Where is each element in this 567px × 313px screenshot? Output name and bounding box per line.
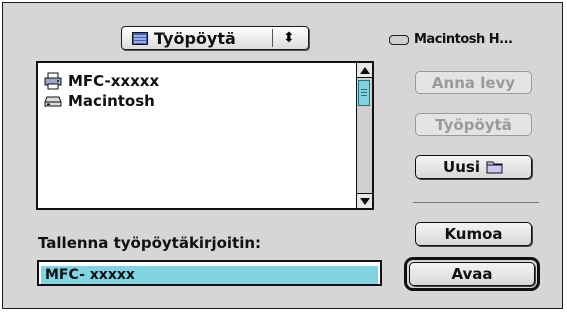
save-dialog: Työpöytä ⬍ Macintosh H... MFC-xxxxx Maci…: [2, 2, 563, 309]
eject-button[interactable]: Anna levy: [415, 71, 532, 94]
new-folder-label: Uusi: [443, 158, 480, 176]
arrow-up-icon: [359, 66, 370, 74]
location-popup-label: Työpöytä: [154, 28, 236, 48]
arrow-down-icon: [359, 197, 370, 205]
list-item[interactable]: Macintosh: [44, 91, 155, 111]
updown-arrows-icon: ⬍: [283, 30, 295, 46]
button-divider: [413, 202, 539, 203]
desktop-icon: [132, 31, 148, 45]
save-as-label: Tallenna työpöytäkirjoitin:: [38, 234, 262, 252]
list-item-label: MFC-xxxxx: [68, 72, 160, 90]
cancel-button[interactable]: Kumoa: [415, 222, 532, 246]
scroll-thumb[interactable]: [358, 80, 370, 106]
filename-field[interactable]: [37, 260, 382, 286]
scroll-down-button[interactable]: [357, 193, 372, 208]
open-button[interactable]: Avaa: [409, 262, 535, 286]
printer-icon: [44, 72, 62, 90]
new-folder-button[interactable]: Uusi: [415, 155, 532, 179]
location-popup[interactable]: Työpöytä ⬍: [121, 26, 309, 50]
list-item[interactable]: MFC-xxxxx: [44, 71, 159, 91]
filename-input[interactable]: [41, 266, 378, 284]
drive-icon: [389, 34, 409, 45]
file-list[interactable]: MFC-xxxxx Macintosh: [36, 61, 374, 210]
hard-drive-icon: [44, 96, 62, 107]
volume-label: Macintosh H...: [414, 32, 513, 47]
desktop-button[interactable]: Työpöytä: [415, 113, 532, 136]
current-volume: Macintosh H...: [389, 32, 513, 47]
list-item-label: Macintosh: [68, 92, 155, 110]
folder-icon: [486, 161, 503, 174]
popup-separator: [272, 29, 273, 47]
vertical-scrollbar[interactable]: [356, 63, 372, 208]
scroll-up-button[interactable]: [357, 63, 372, 78]
